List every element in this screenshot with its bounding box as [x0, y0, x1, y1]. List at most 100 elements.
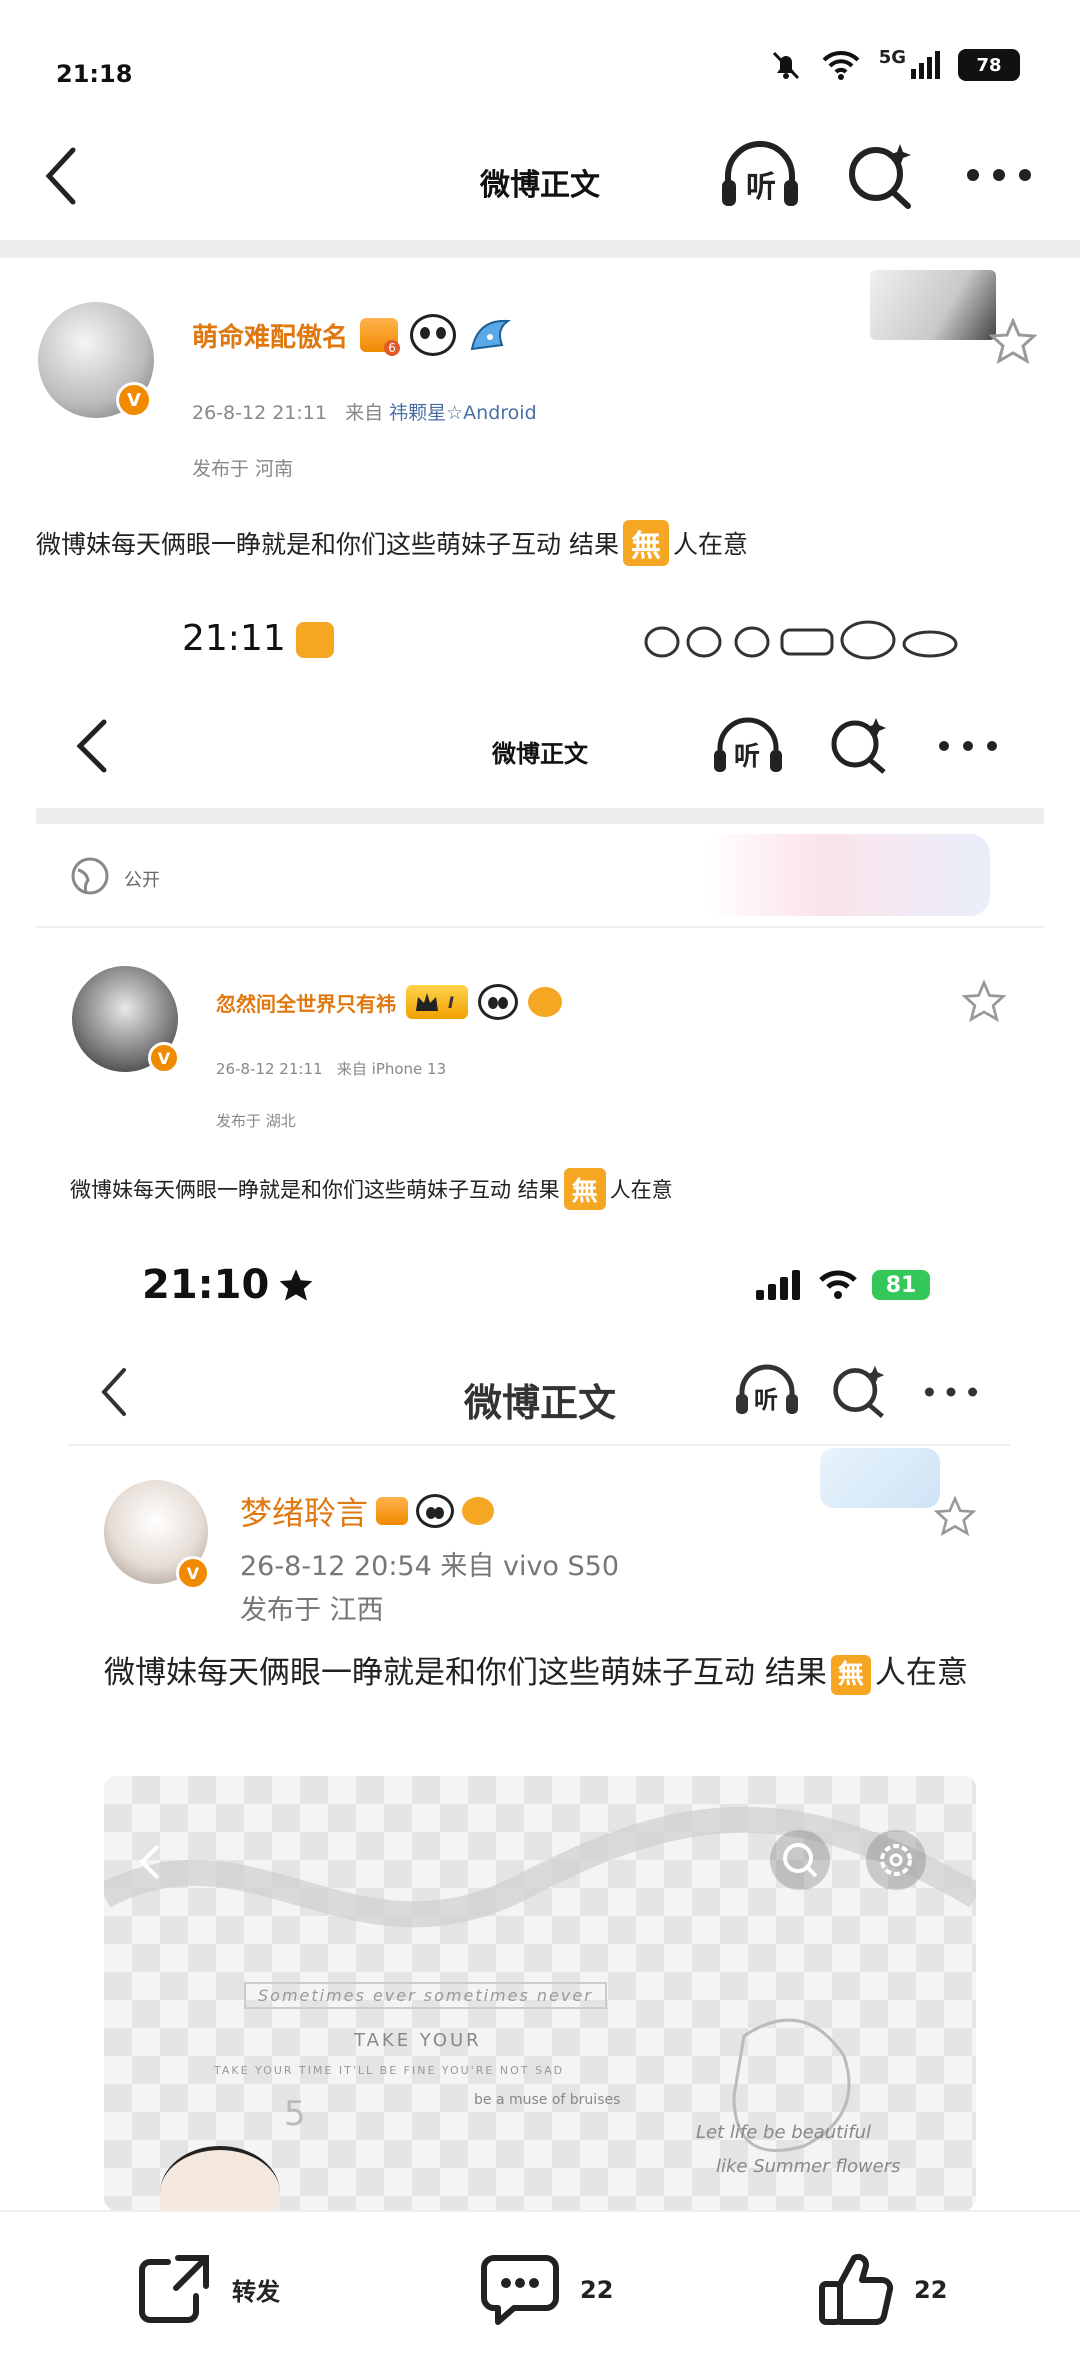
crown-icon: 6	[360, 318, 401, 356]
s2-embed-text-1: Sometimes ever sometimes never	[244, 1982, 607, 2009]
s1-decoration-image	[706, 834, 990, 916]
shark-icon	[470, 319, 512, 351]
search-button[interactable]	[846, 140, 916, 210]
s2-embed-text-3: TAKE YOUR TIME IT'LL BE FINE YOU'RE NOT …	[214, 2064, 565, 2077]
s1-thin-divider	[36, 926, 1044, 928]
comment-count: 22	[580, 2276, 614, 2304]
page-title: 微博正文	[480, 168, 600, 203]
s2-back-icon	[101, 1368, 126, 1416]
s1-listen-button: 听	[710, 716, 786, 776]
s1-status-icons	[642, 620, 962, 660]
s1-fish-icon	[527, 987, 562, 1017]
panda-icon	[410, 314, 457, 356]
s1-date: 26-8-12 21:11	[216, 1060, 323, 1078]
s2-text-part2: 人在意	[874, 1655, 968, 1691]
share-icon	[139, 2255, 209, 2323]
favorite-button[interactable]	[988, 316, 1038, 366]
s2-date: 26-8-12 20:54	[240, 1551, 432, 1582]
repost-button[interactable]: 转发	[136, 2252, 280, 2326]
s1-visibility: 公开	[124, 870, 160, 891]
bottom-action-bar: 转发 22 22	[0, 2210, 1080, 2374]
s2-embed-num: 5	[284, 2094, 306, 2134]
listen-label: 听	[746, 170, 776, 205]
s1-username: 忽然间全世界只有祎	[216, 991, 396, 1016]
s2-username: 梦绪聆言	[240, 1494, 369, 1532]
s1-globe-icon	[71, 857, 109, 895]
s1-meta: 26-8-12 21:11 来自 iPhone 13	[216, 1058, 446, 1079]
username[interactable]: 萌命难配傲名	[192, 317, 348, 354]
s2-panda-icon	[416, 1494, 455, 1528]
post-text: 微博妹每天俩眼一睁就是和你们这些萌妹子互动 结果 無 人在意	[36, 520, 748, 566]
s1-crown-icon	[416, 993, 438, 1011]
repost-label: 转发	[232, 2277, 280, 2306]
s2-embed-text-4: be a muse of bruises	[474, 2092, 621, 2108]
back-button[interactable]	[36, 144, 86, 208]
s2-embed-text-5: Let life be beautiful	[696, 2122, 871, 2143]
s2-crown-icon	[376, 1497, 409, 1525]
s2-star-filled-icon	[279, 1269, 313, 1301]
s1-verified-badge: V	[148, 1042, 180, 1074]
s1-time: 21:11	[182, 618, 286, 659]
s2-time-row: 21:10	[142, 1262, 315, 1308]
s1-location: 发布于 湖北	[216, 1112, 296, 1130]
s2-embed-settings-button	[866, 1830, 926, 1890]
s2-divider	[68, 1444, 1010, 1446]
wu-emoji: 無	[622, 520, 669, 566]
s1-more-icon	[939, 741, 997, 751]
s2-wifi-icon	[819, 1270, 857, 1299]
s2-battery: 81	[872, 1270, 930, 1300]
s2-signal-icon	[756, 1270, 800, 1300]
user-row: 萌命难配傲名 6	[192, 314, 514, 356]
s1-weibo-app-icon	[296, 622, 334, 658]
s1-listen-label: 听	[734, 742, 761, 772]
s2-status-icons: 81	[756, 1270, 930, 1300]
s1-page-title: 微博正文	[492, 740, 588, 768]
s2-user-row: 梦绪聆言	[240, 1488, 495, 1534]
star-icon	[989, 318, 1037, 364]
badge-level: 6	[384, 340, 401, 356]
wifi-icon	[822, 50, 860, 80]
s1-text-part2: 人在意	[609, 1178, 673, 1202]
s2-listen-button: 听	[732, 1362, 802, 1418]
s2-embed-text-6: like Summer flowers	[716, 2156, 901, 2177]
s1-back-icon	[76, 719, 107, 773]
listen-button[interactable]: 听	[718, 140, 802, 210]
comment-button[interactable]: 22	[480, 2252, 613, 2328]
post-date: 26-8-12 21:11	[192, 402, 327, 424]
s2-page-title: 微博正文	[463, 1381, 616, 1425]
verified-badge: V	[116, 382, 152, 418]
s2-embedded-image: Sometimes ever sometimes never TAKE YOUR…	[104, 1776, 976, 2210]
like-button[interactable]: 22	[818, 2252, 947, 2328]
source-prefix: 来自	[345, 402, 384, 424]
s1-panda-icon	[477, 984, 518, 1020]
s2-embed-text-2: TAKE YOUR	[354, 2030, 482, 2051]
s2-embed-search-button	[770, 1830, 830, 1890]
comment-icon	[481, 2255, 559, 2325]
s1-user-row: 忽然间全世界只有祎 I	[216, 984, 562, 1020]
s1-source-prefix: 来自	[336, 1060, 367, 1078]
status-time: 21:18	[56, 60, 133, 88]
search-sparkle-icon	[849, 144, 911, 209]
more-button[interactable]	[964, 160, 1034, 190]
s2-source: vivo S50	[502, 1551, 620, 1582]
s1-star-icon	[962, 980, 1006, 1022]
post-text-part2: 人在意	[672, 530, 748, 559]
more-dots-icon	[967, 169, 1031, 181]
s2-decoration-image	[820, 1448, 940, 1508]
decoration-image	[870, 270, 996, 340]
s2-more-icon	[924, 1387, 978, 1397]
s2-time: 21:10	[142, 1262, 270, 1308]
post-location: 发布于 河南	[192, 458, 294, 480]
header-divider	[0, 240, 1080, 258]
post-meta: 26-8-12 21:11 来自 祎颗星☆Android	[192, 398, 537, 425]
signal-icon	[911, 51, 940, 79]
thumbs-up-icon	[819, 2253, 894, 2325]
s2-search-icon	[833, 1365, 885, 1419]
s2-verified-badge: V	[176, 1556, 210, 1590]
post-source[interactable]: 祎颗星☆Android	[389, 402, 537, 424]
s2-fish-icon	[462, 1497, 495, 1525]
s1-source: iPhone 13	[371, 1060, 447, 1078]
battery-indicator: 78	[958, 49, 1020, 81]
s1-rank-badge: I	[406, 985, 468, 1019]
s1-rank: I	[448, 992, 454, 1012]
